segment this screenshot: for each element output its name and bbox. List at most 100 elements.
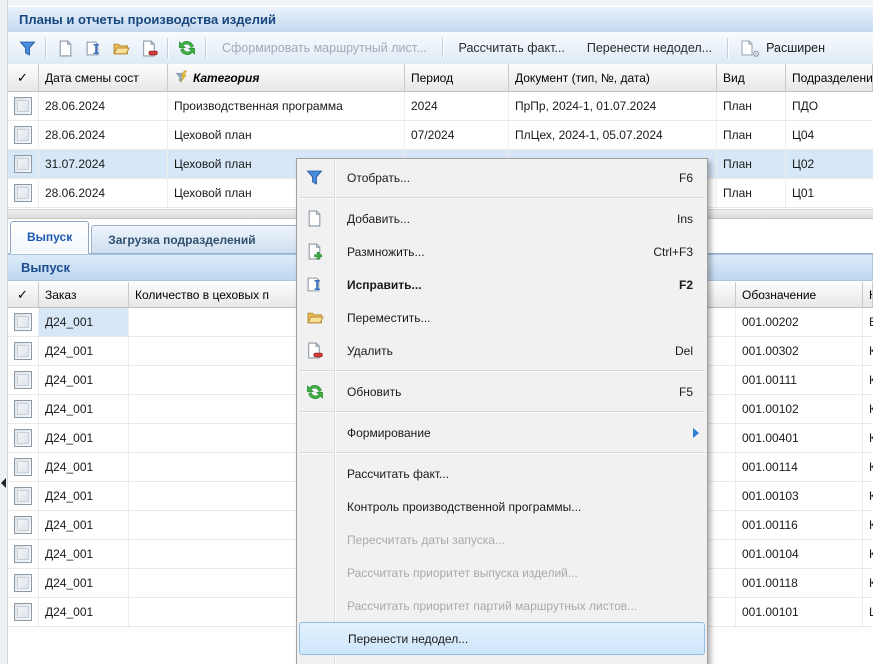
row-checkbox[interactable] [14, 545, 32, 563]
refresh-icon[interactable] [177, 38, 197, 58]
cell-designation: 001.00102 [736, 395, 863, 423]
menu-item-control-program[interactable]: Контроль производственной программы... [297, 490, 707, 523]
open-folder-icon[interactable] [111, 38, 131, 58]
row-checkbox[interactable] [14, 487, 32, 505]
left-collapse-strip [0, 0, 8, 664]
column-header-designation[interactable]: Обозначение [736, 282, 863, 307]
filter-icon[interactable] [17, 38, 37, 58]
check-column-header[interactable]: ✓ [7, 64, 39, 91]
row-checkbox[interactable] [14, 371, 32, 389]
menu-item-calc-fact[interactable]: Рассчитать факт... [297, 457, 707, 490]
cell-name: Кольцо [863, 366, 873, 394]
menu-item-add[interactable]: Добавить...Ins [297, 202, 707, 235]
menu-separator [299, 411, 705, 413]
cell-order: Д24_001 [39, 598, 129, 626]
collapse-left-arrow-icon[interactable] [1, 478, 6, 488]
menu-item-label: Исправить... [347, 278, 667, 292]
column-header-kind[interactable]: Вид [717, 64, 786, 91]
cell: 07/2024 [405, 121, 509, 149]
open-folder-icon [306, 309, 324, 327]
row-checkbox[interactable] [14, 458, 32, 476]
calc-fact-button[interactable]: Рассчитать факт... [448, 41, 576, 55]
menu-item-delete[interactable]: УдалитьDel [297, 334, 707, 367]
menu-item-filter[interactable]: Отобрать... F6 [297, 161, 707, 194]
table-row[interactable]: 28.06.2024Цеховой план07/2024ПлЦех, 2024… [7, 121, 873, 150]
menu-item-label: Обновить [347, 385, 667, 399]
column-header-category[interactable]: Категория [168, 64, 405, 91]
column-header-category-label: Категория [193, 71, 259, 85]
menu-item-edit[interactable]: Исправить...F2 [297, 268, 707, 301]
cell: Производственная программа [168, 92, 405, 120]
menu-item-label: Рассчитать факт... [347, 467, 693, 481]
row-checkbox-cell [7, 150, 39, 178]
copy-doc-icon [306, 243, 324, 261]
menu-item-label: Пересчитать даты запуска... [347, 533, 693, 547]
tab-zagruzka-podrazdelenij[interactable]: Загрузка подразделений [91, 225, 309, 253]
row-checkbox[interactable] [14, 97, 32, 115]
row-checkbox-cell [7, 366, 39, 394]
row-checkbox[interactable] [14, 574, 32, 592]
column-header-departments[interactable]: Подразделения [786, 64, 873, 91]
edit-doc-icon[interactable] [83, 38, 103, 58]
row-checkbox[interactable] [14, 126, 32, 144]
column-header-order[interactable]: Заказ [39, 282, 129, 307]
refresh-icon [306, 383, 324, 401]
column-header-name[interactable]: Наимен [863, 282, 873, 307]
cell: План [717, 150, 786, 178]
cell: Ц01 [786, 179, 873, 207]
cell-designation: 001.00302 [736, 337, 863, 365]
row-checkbox-cell [7, 179, 39, 207]
move-backlog-button[interactable]: Перенести недодел... [576, 41, 723, 55]
menu-item-duplicate[interactable]: Размножить...Ctrl+F3 [297, 235, 707, 268]
gear-doc-icon: ⚙ [737, 38, 757, 58]
row-checkbox[interactable] [14, 155, 32, 173]
check-column-header[interactable]: ✓ [7, 282, 39, 307]
row-checkbox[interactable] [14, 400, 32, 418]
column-header-period[interactable]: Период [405, 64, 509, 91]
table-row[interactable]: 28.06.2024Производственная программа2024… [7, 92, 873, 121]
toolbar-separator [442, 38, 444, 58]
cell-order: Д24_001 [39, 511, 129, 539]
cell-order: Д24_001 [39, 395, 129, 423]
menu-item-shortcut: F5 [679, 385, 693, 399]
menu-item-formation[interactable]: Формирование [297, 416, 707, 449]
menu-item-shortcut: Ins [677, 212, 693, 226]
cell-order: Д24_001 [39, 366, 129, 394]
cell-designation: 001.00111 [736, 366, 863, 394]
menu-item-move[interactable]: Переместить... [297, 301, 707, 334]
menu-item-shortcut: Ctrl+F3 [653, 245, 693, 259]
row-checkbox-cell [7, 453, 39, 481]
cell-name: Крышка [863, 569, 873, 597]
menu-item-shortcut: F6 [679, 171, 693, 185]
cell-name: Крышка [863, 482, 873, 510]
extended-button[interactable]: ⚙ Расширен [733, 38, 825, 58]
cell-order: Д24_001 [39, 540, 129, 568]
menu-item-move-backlog[interactable]: Перенести недодел... [299, 622, 705, 655]
row-checkbox[interactable] [14, 313, 32, 331]
row-checkbox[interactable] [14, 342, 32, 360]
context-menu: Отобрать... F6 Добавить...InsРазмножить...… [296, 158, 708, 664]
menu-item-label: Перенести недодел... [348, 632, 690, 646]
menu-item-refresh[interactable]: Обновить F5 [297, 375, 707, 408]
cell-name: Корпус [863, 395, 873, 423]
new-doc-icon[interactable] [55, 38, 75, 58]
category-filter-lightning-icon [174, 70, 189, 85]
column-header-date[interactable]: Дата смены сост [39, 64, 168, 91]
cell-name: Крышка [863, 511, 873, 539]
row-checkbox[interactable] [14, 603, 32, 621]
new-doc-icon [306, 210, 324, 228]
row-checkbox[interactable] [14, 184, 32, 202]
row-checkbox-cell [7, 482, 39, 510]
tab-vypusk[interactable]: Выпуск [10, 221, 89, 254]
menu-item-label: Отобрать... [347, 171, 667, 185]
delete-doc-icon[interactable] [139, 38, 159, 58]
row-checkbox-cell [7, 92, 39, 120]
column-header-document[interactable]: Документ (тип, №, дата) [509, 64, 717, 91]
toolbar-separator [727, 38, 729, 58]
row-checkbox[interactable] [14, 429, 32, 447]
row-checkbox[interactable] [14, 516, 32, 534]
row-checkbox-cell [7, 337, 39, 365]
cell-order: Д24_001 [39, 308, 129, 336]
cell-name: Колодк [863, 337, 873, 365]
cell-name: Крепле [863, 424, 873, 452]
